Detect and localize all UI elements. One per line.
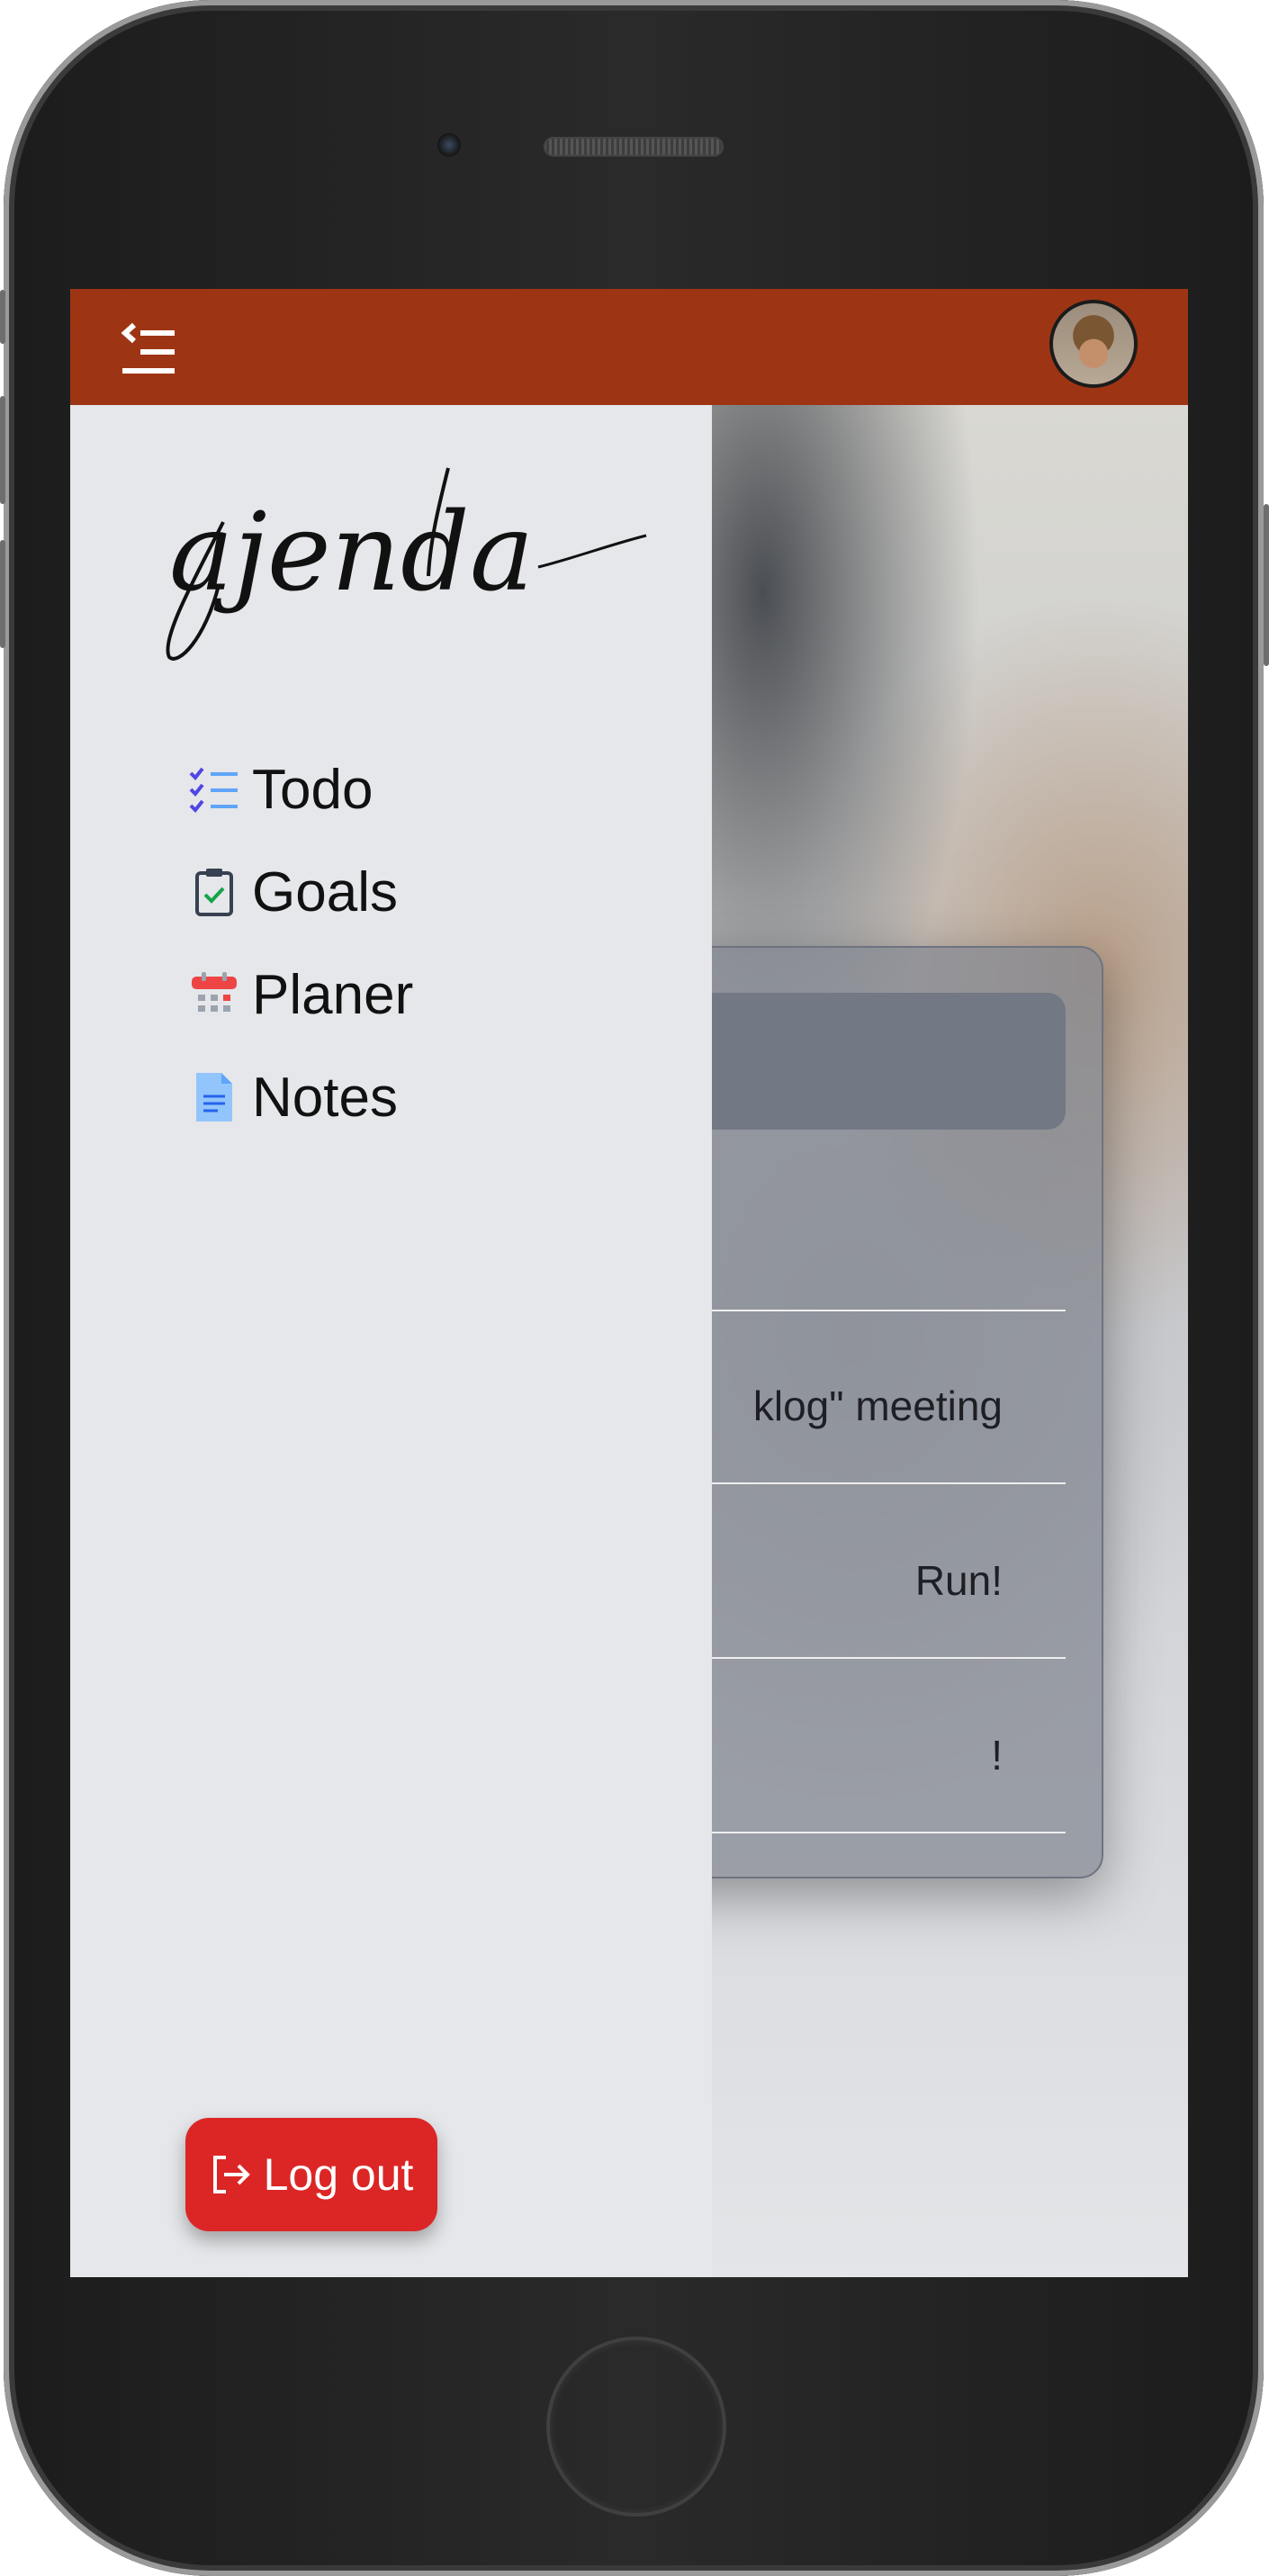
nav-item-label: Notes <box>252 1066 398 1129</box>
nav-item-notes[interactable]: Notes <box>187 1046 413 1148</box>
logout-button[interactable]: Log out <box>185 2118 437 2231</box>
svg-text:ajenda: ajenda <box>169 491 534 616</box>
nav-item-label: Todo <box>252 758 374 821</box>
silent-switch <box>0 290 5 344</box>
navigation-drawer: ajenda Todo Goals Planer Notes Log out <box>70 405 712 2277</box>
logout-icon <box>212 2156 250 2193</box>
top-bar <box>70 289 1188 405</box>
todo-item-text: klog" meeting <box>752 1383 1003 1429</box>
clipboard-check-icon <box>187 865 241 919</box>
nav-item-todo[interactable]: Todo <box>187 738 413 841</box>
app-logo: ajenda <box>166 467 647 661</box>
front-camera <box>437 133 461 157</box>
calendar-icon <box>187 968 241 1022</box>
app-screen: klog" meeting Run! ! ajenda Todo Goals P… <box>70 289 1188 2277</box>
earpiece-speaker <box>544 137 724 157</box>
nav-item-label: Goals <box>252 860 398 923</box>
document-icon <box>187 1070 241 1124</box>
nav-item-planer[interactable]: Planer <box>187 943 413 1046</box>
home-button[interactable] <box>546 2337 726 2517</box>
volume-down-button <box>0 540 5 648</box>
sidebar-toggle-button[interactable] <box>121 321 175 375</box>
nav-item-label: Planer <box>252 963 414 1026</box>
nav-menu: Todo Goals Planer Notes <box>187 738 413 1148</box>
volume-up-button <box>0 396 5 504</box>
checklist-icon <box>187 762 241 816</box>
sidebar-collapse-icon <box>121 322 175 374</box>
power-button <box>1264 504 1269 666</box>
todo-item-text: ! <box>991 1732 1003 1779</box>
logout-label: Log out <box>263 2149 414 2200</box>
user-avatar[interactable] <box>1049 300 1138 388</box>
nav-item-goals[interactable]: Goals <box>187 841 413 943</box>
todo-item-text: Run! <box>914 1557 1003 1604</box>
